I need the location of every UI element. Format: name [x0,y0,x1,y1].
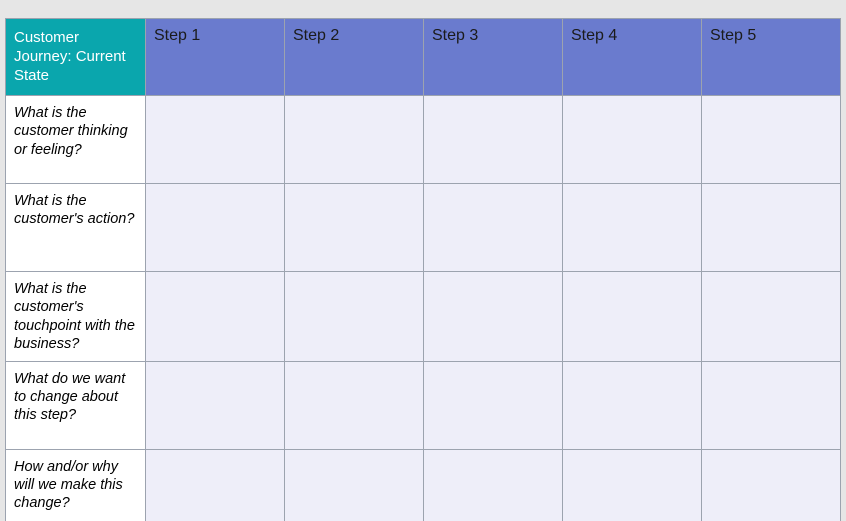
step-header-5: Step 5 [702,19,841,96]
cell-r5-c1 [146,449,285,521]
cell-r1-c4 [563,96,702,184]
cell-r4-c3 [424,361,563,449]
cell-r5-c4 [563,449,702,521]
cell-r4-c4 [563,361,702,449]
customer-journey-table: Customer Journey: Current State Step 1 S… [5,18,841,521]
cell-r2-c5 [702,184,841,272]
header-row: Customer Journey: Current State Step 1 S… [6,19,841,96]
cell-r1-c3 [424,96,563,184]
cell-r5-c2 [285,449,424,521]
cell-r2-c3 [424,184,563,272]
table-row: What do we want to change about this ste… [6,361,841,449]
cell-r4-c2 [285,361,424,449]
cell-r3-c2 [285,272,424,362]
cell-r1-c1 [146,96,285,184]
row-question-5: How and/or why will we make this change? [6,449,146,521]
cell-r1-c2 [285,96,424,184]
cell-r3-c5 [702,272,841,362]
cell-r4-c1 [146,361,285,449]
row-question-3: What is the customer's touchpoint with t… [6,272,146,362]
row-question-4: What do we want to change about this ste… [6,361,146,449]
journey-table-wrapper: Customer Journey: Current State Step 1 S… [0,0,846,521]
cell-r3-c3 [424,272,563,362]
step-header-4: Step 4 [563,19,702,96]
table-title-cell: Customer Journey: Current State [6,19,146,96]
row-question-2: What is the customer's action? [6,184,146,272]
cell-r3-c1 [146,272,285,362]
cell-r2-c1 [146,184,285,272]
cell-r2-c2 [285,184,424,272]
cell-r1-c5 [702,96,841,184]
cell-r2-c4 [563,184,702,272]
table-row: What is the customer's touchpoint with t… [6,272,841,362]
cell-r5-c3 [424,449,563,521]
table-row: What is the customer thinking or feeling… [6,96,841,184]
step-header-3: Step 3 [424,19,563,96]
step-header-1: Step 1 [146,19,285,96]
cell-r4-c5 [702,361,841,449]
cell-r5-c5 [702,449,841,521]
row-question-1: What is the customer thinking or feeling… [6,96,146,184]
table-row: What is the customer's action? [6,184,841,272]
table-row: How and/or why will we make this change? [6,449,841,521]
cell-r3-c4 [563,272,702,362]
step-header-2: Step 2 [285,19,424,96]
